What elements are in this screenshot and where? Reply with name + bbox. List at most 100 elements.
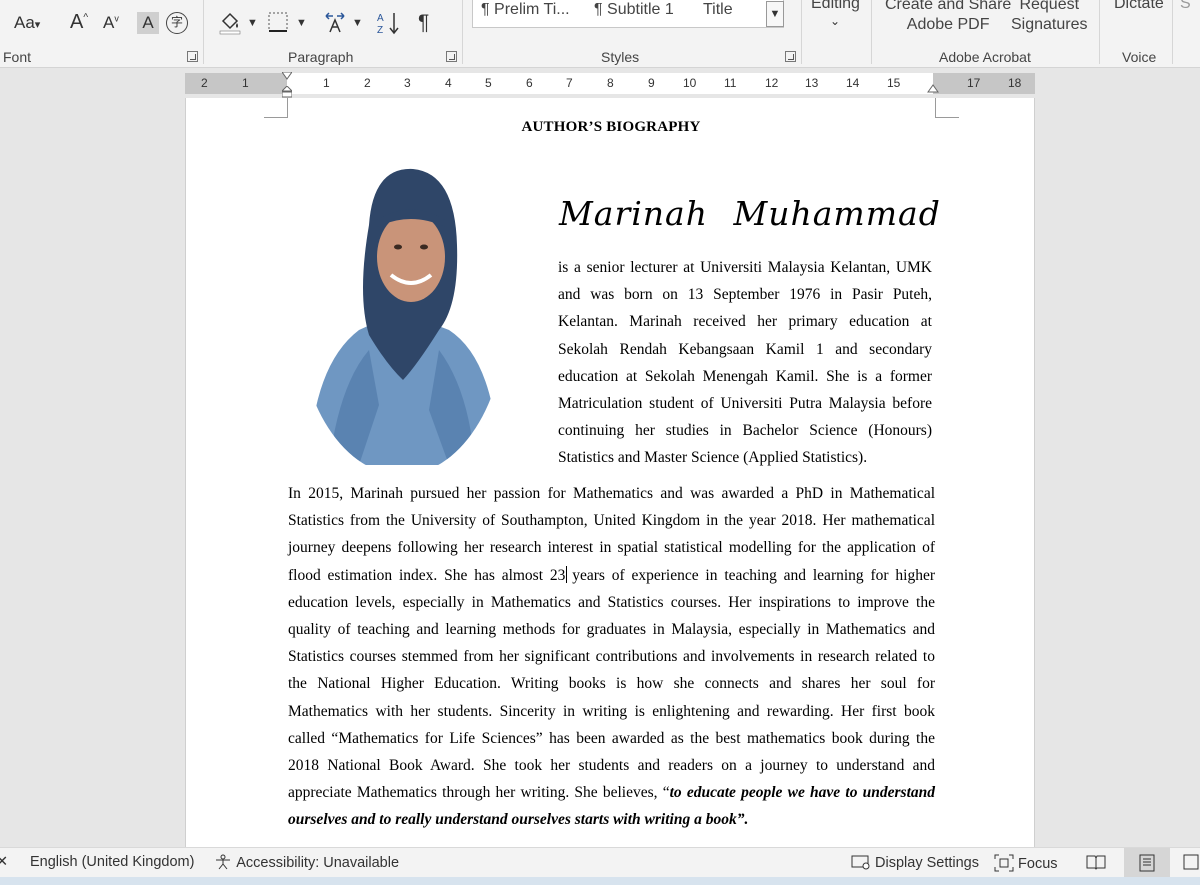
style-title[interactable]: Title [703, 1, 733, 19]
hanging-indent-marker-icon[interactable] [282, 86, 292, 98]
ruler-tick: 6 [526, 76, 533, 90]
styles-gallery[interactable]: ¶ Prelim Ti... ¶ Subtitle 1 Title [472, 0, 784, 28]
bio-intro-line: education at Sekolah Menengah Kamil. She… [558, 367, 932, 385]
text-direction-button[interactable] [323, 12, 347, 37]
bio-quote-end: ourselves and to really understand ourse… [288, 811, 749, 829]
shading-button[interactable] [218, 11, 242, 38]
bio-main-line: Statistics courses stemmed from her sign… [288, 648, 935, 666]
bio-main-line: education levels, especially in Mathemat… [288, 593, 935, 611]
ruler-tick: 14 [846, 76, 860, 90]
bio-main-line: journey deepens following her research i… [288, 539, 935, 557]
editing-chevron-icon[interactable]: ⌄ [830, 15, 840, 27]
font-dialog-launcher-icon[interactable] [187, 51, 198, 62]
clear-formatting-button[interactable]: A [137, 12, 159, 34]
create-share-label: Create and Share [885, 0, 1012, 13]
ruler-tick: 5 [485, 76, 492, 90]
read-mode-icon[interactable] [1086, 854, 1106, 874]
ruler-tick: 4 [445, 76, 452, 90]
adobe-pdf-label: Adobe PDF [906, 16, 990, 33]
ribbon-separator [871, 0, 872, 64]
bio-intro-line: Kelantan. Marinah received her primary e… [558, 313, 932, 331]
styles-group-label: Styles [601, 49, 640, 65]
dictate-label: Dictate [1114, 0, 1164, 12]
display-settings-button[interactable]: Display Settings [851, 854, 979, 871]
ruler-tick: 1 [323, 76, 330, 90]
ruler-tick: 3 [404, 76, 411, 90]
bio-main-line: Statistics from the University of Southa… [288, 512, 935, 530]
shrink-font-button[interactable]: Av [103, 14, 119, 31]
accessibility-label: Accessibility: Unavailable [236, 855, 400, 871]
bio-main-line: Mathematics with her students. Sincerity… [288, 702, 935, 720]
request-label: Request [1019, 0, 1080, 13]
author-photo [299, 165, 505, 465]
document-page[interactable]: AUTHOR’S BIOGRAPHY Marinah Muhammad is a… [185, 98, 1035, 850]
text-direction-icon [325, 12, 345, 33]
request-signatures-button[interactable]: Request Signatures [1011, 0, 1088, 35]
editing-button[interactable]: Editing [811, 0, 860, 13]
adobe-group-label: Adobe Acrobat [939, 49, 1031, 65]
right-indent-marker-icon[interactable] [927, 83, 939, 93]
language-status[interactable]: English (United Kingdom) [30, 854, 194, 870]
accessibility-icon [216, 854, 230, 870]
focus-label: Focus [1018, 856, 1058, 872]
phonetic-guide-icon[interactable]: 字 [166, 12, 188, 34]
ribbon-overflow-text: S [1180, 0, 1191, 12]
show-formatting-marks-icon[interactable]: ¶ [418, 12, 429, 33]
spelling-status-icon[interactable]: ✕ [0, 854, 8, 870]
ruler-tick: 1 [242, 76, 249, 90]
web-layout-icon[interactable] [1183, 854, 1199, 874]
styles-dialog-launcher-icon[interactable] [785, 51, 796, 62]
sort-icon: AZ [377, 13, 399, 36]
sort-button[interactable]: AZ [376, 10, 402, 39]
ruler-tick: 13 [805, 76, 819, 90]
dictate-button[interactable]: Dictate [1114, 0, 1164, 13]
style-prelim-title[interactable]: ¶ Prelim Ti... [481, 1, 570, 19]
bio-intro-line: is a senior lecturer at Universiti Malay… [558, 259, 932, 276]
grow-font-label: A [70, 11, 84, 33]
voice-group-label: Voice [1122, 49, 1157, 65]
bio-intro-line: Matriculation student of Universiti Putr… [558, 395, 932, 413]
bio-main-line-mixed: appreciate Mathematics through her writi… [288, 779, 935, 806]
bio-intro-paragraph[interactable]: is a senior lecturer at Universiti Malay… [558, 254, 932, 472]
ruler-tick: 9 [648, 76, 655, 90]
borders-button[interactable] [267, 11, 289, 36]
print-layout-icon[interactable] [1124, 848, 1170, 877]
borders-dropdown-icon[interactable]: ▼ [296, 18, 307, 29]
bio-intro-line: Statistics and Master Science (Applied S… [558, 449, 868, 467]
bio-intro-line: and was born on 13 September 1976 in Pas… [558, 286, 932, 304]
bio-main-paragraph[interactable]: In 2015, Marinah pursued her passion for… [288, 480, 935, 834]
style-subtitle-1[interactable]: ¶ Subtitle 1 [594, 1, 674, 19]
document-heading: AUTHOR’S BIOGRAPHY [521, 119, 701, 135]
styles-more-button[interactable]: ▼ [766, 1, 784, 27]
create-share-pdf-button[interactable]: Create and Share Adobe PDF [885, 0, 1011, 35]
paragraph-dialog-launcher-icon[interactable] [446, 51, 457, 62]
grow-font-button[interactable]: A^ [70, 12, 88, 32]
ribbon-separator [203, 0, 204, 64]
ruler-tick: 11 [724, 76, 737, 90]
ruler-tick: 12 [765, 76, 779, 90]
focus-mode-button[interactable]: Focus [994, 854, 1058, 872]
bio-main-line: 2018 National Book Award. She took her s… [288, 757, 935, 775]
first-line-indent-marker-icon[interactable] [282, 72, 292, 80]
ruler-tick: 15 [887, 76, 901, 90]
ribbon-separator [1172, 0, 1173, 64]
display-settings-icon [851, 855, 870, 870]
shrink-font-label: A [103, 13, 115, 32]
change-case-button[interactable]: Aa▾ [14, 14, 40, 31]
highlight-label: A [142, 13, 154, 32]
signatures-label: Signatures [1011, 16, 1088, 33]
text-direction-dropdown-icon[interactable]: ▼ [352, 18, 363, 29]
svg-text:A: A [377, 13, 384, 24]
ribbon-separator [462, 0, 463, 64]
shading-dropdown-icon[interactable]: ▼ [247, 18, 258, 29]
crop-mark [935, 98, 959, 118]
font-group-label: Font [3, 49, 32, 65]
ribbon-separator [1099, 0, 1100, 64]
ruler-tick: 17 [967, 76, 981, 90]
ribbon: Aa▾ A^ Av A 字 Font ▼ ▼ ▼ AZ ¶ Paragraph … [0, 0, 1200, 68]
bio-main-line: flood estimation index. She has almost 2… [288, 566, 935, 584]
horizontal-ruler[interactable]: 2 1 1 2 3 4 5 6 7 8 9 10 11 12 13 14 15 … [185, 73, 1035, 94]
accessibility-status-button[interactable]: Accessibility: Unavailable [213, 854, 399, 871]
taskbar-strip [0, 877, 1200, 885]
bio-main-line: the National Higher Education. Writing b… [288, 675, 935, 693]
